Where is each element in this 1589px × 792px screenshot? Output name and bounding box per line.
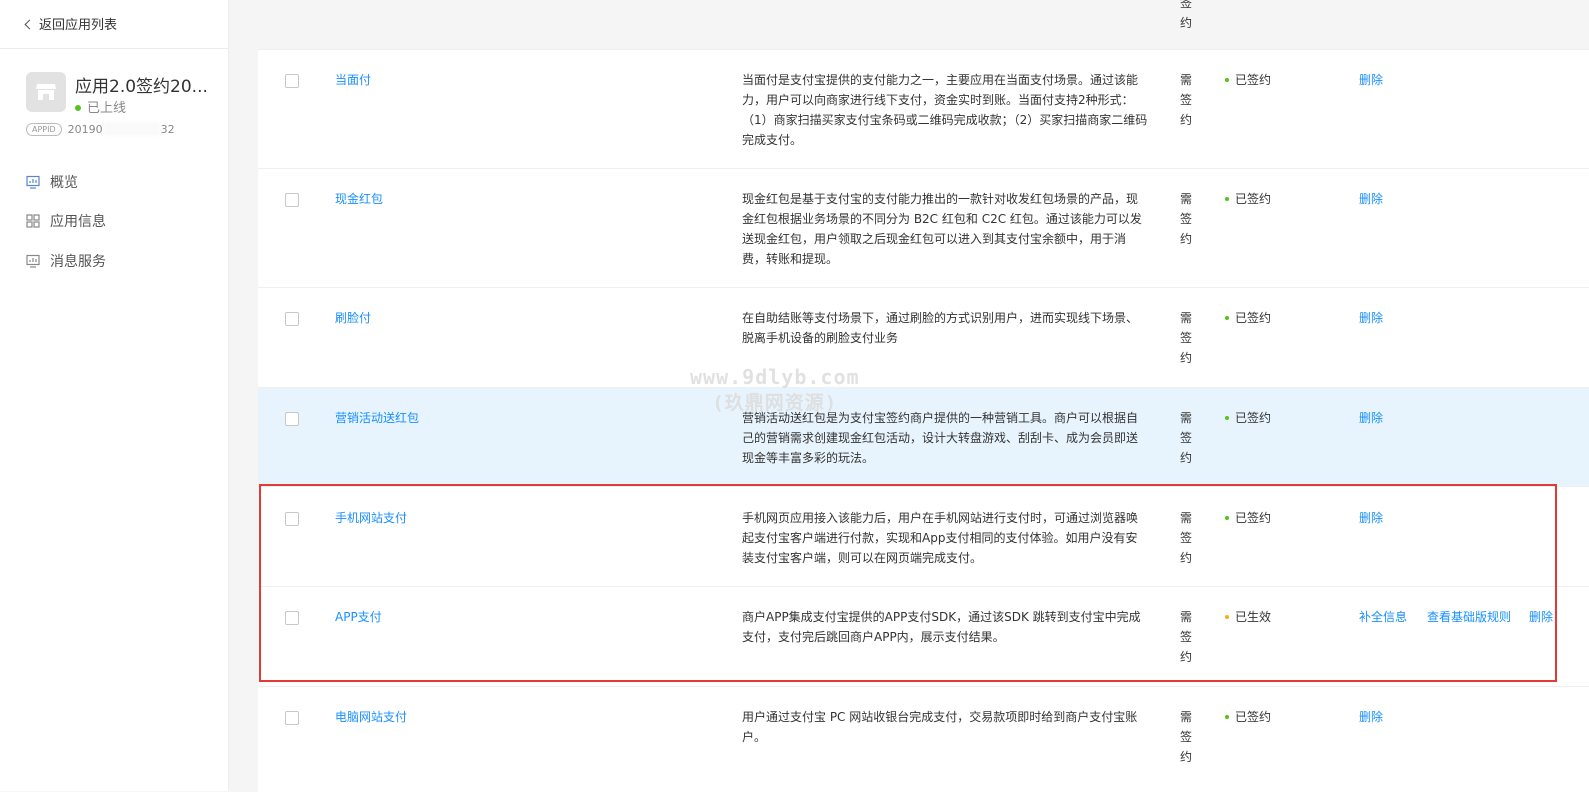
status-badge: 已签约 <box>1225 509 1271 526</box>
row-checkbox[interactable] <box>285 412 299 426</box>
back-to-app-list-link[interactable]: 返回应用列表 <box>24 14 118 33</box>
capability-description: 用户通过支付宝 PC 网站收银台完成支付，交易款项即时给到商户支付宝账户。 <box>742 710 1138 744</box>
need-sign-label: 需签约 <box>1180 311 1193 365</box>
sidebar-item-label: 概览 <box>50 175 78 191</box>
capability-name-link[interactable]: 现金红包 <box>335 190 383 207</box>
watermark: www.9dlyb.com (玖鼎网资源) <box>690 364 860 416</box>
status-label: 已生效 <box>1235 610 1272 624</box>
status-badge: 已签约 <box>1225 190 1271 207</box>
sidebar-item-overview[interactable]: 概览 <box>26 172 78 192</box>
app-status-label: 已上线 <box>87 101 127 116</box>
delete-button[interactable]: 删除 <box>1529 608 1553 625</box>
sidebar-divider <box>0 48 228 49</box>
table-row: APP支付 商户APP集成支付宝提供的APP支付SDK，通过该SDK 跳转到支付… <box>258 586 1589 687</box>
delete-button[interactable]: 删除 <box>1359 190 1383 207</box>
status-badge: 已生效 <box>1225 608 1271 625</box>
status-dot <box>1225 316 1229 320</box>
capability-name-link[interactable]: 营销活动送红包 <box>335 409 419 426</box>
capability-description: 在自助结账等支付场景下，通过刷脸的方式识别用户，进而实现线下场景、脱离手机设备的… <box>742 311 1139 345</box>
capability-name-link[interactable]: 电脑网站支付 <box>335 708 407 725</box>
appid-tag: APPID <box>26 122 62 136</box>
app-name: 应用2.0签约20... <box>75 77 208 97</box>
capability-name-link[interactable]: 当面付 <box>335 71 371 88</box>
sidebar-item-app-info[interactable]: 应用信息 <box>26 211 106 231</box>
status-label: 已签约 <box>1235 73 1272 87</box>
capability-description: 手机网页应用接入该能力后，用户在手机网站进行支付时，可通过浏览器唤起支付宝客户端… <box>742 511 1139 565</box>
status-label: 已签约 <box>1235 511 1272 525</box>
delete-button[interactable]: 删除 <box>1359 309 1383 326</box>
appid-prefix: 20190 <box>67 122 103 136</box>
delete-button[interactable]: 删除 <box>1359 708 1383 725</box>
online-status-dot <box>75 105 81 111</box>
table-row-partial: 签 约 <box>258 0 1589 49</box>
status-badge: 已签约 <box>1225 71 1271 88</box>
delete-button[interactable]: 删除 <box>1359 71 1383 88</box>
status-label: 已签约 <box>1235 411 1272 425</box>
appid-row: APPID 20190 32 <box>26 122 175 136</box>
status-label: 已签约 <box>1235 710 1272 724</box>
status-label: 已签约 <box>1235 192 1272 206</box>
view-basic-rules-button[interactable]: 查看基础版规则 <box>1427 608 1511 625</box>
table-row: 刷脸付 在自助结账等支付场景下，通过刷脸的方式识别用户，进而实现线下场景、脱离手… <box>258 287 1589 388</box>
need-sign-label: 需签约 <box>1180 710 1193 764</box>
message-service-icon <box>26 254 40 268</box>
status-dot <box>1225 516 1229 520</box>
watermark-line-2: (玖鼎网资源) <box>712 392 838 414</box>
capability-name-link[interactable]: 手机网站支付 <box>335 509 407 526</box>
sidebar-item-message-service[interactable]: 消息服务 <box>26 251 106 271</box>
capability-name-link[interactable]: APP支付 <box>335 608 382 625</box>
app-info-icon <box>26 214 40 228</box>
capability-description: 现金红包是基于支付宝的支付能力推出的一款针对收发红包场景的产品，现金红包根据业务… <box>742 192 1142 266</box>
table-row: 手机网站支付 手机网页应用接入该能力后，用户在手机网站进行支付时，可通过浏览器唤… <box>258 486 1589 587</box>
row-checkbox[interactable] <box>285 512 299 526</box>
status-badge: 已签约 <box>1225 309 1271 326</box>
app-store-icon <box>26 72 66 112</box>
capability-name-link[interactable]: 刷脸付 <box>335 309 371 326</box>
need-sign-label: 需签约 <box>1180 192 1193 246</box>
need-sign-label: 需签约 <box>1180 411 1193 465</box>
need-sign-label: 需签约 <box>1180 511 1193 565</box>
status-badge: 已签约 <box>1225 708 1271 725</box>
capability-description: 商户APP集成支付宝提供的APP支付SDK，通过该SDK 跳转到支付宝中完成支付… <box>742 610 1141 644</box>
overview-icon <box>26 175 40 189</box>
need-sign-label: 需签约 <box>1180 610 1193 664</box>
table-row: 电脑网站支付 用户通过支付宝 PC 网站收银台完成支付，交易款项即时给到商户支付… <box>258 686 1589 792</box>
sidebar: 返回应用列表 应用2.0签约20... 已上线 APPID 20190 32 概… <box>0 0 229 791</box>
back-label: 返回应用列表 <box>39 18 118 33</box>
need-sign-label: 需签约 <box>1180 73 1193 127</box>
status-dot <box>1225 416 1229 420</box>
sidebar-item-label: 应用信息 <box>50 214 106 230</box>
table-row: 当面付 当面付是支付宝提供的支付能力之一，主要应用在当面支付场景。通过该能力，用… <box>258 49 1589 169</box>
row-checkbox[interactable] <box>285 74 299 88</box>
need-sign-label: 签 约 <box>1180 0 1193 30</box>
row-checkbox[interactable] <box>285 312 299 326</box>
status-dot <box>1225 78 1229 82</box>
row-checkbox[interactable] <box>285 711 299 725</box>
app-status: 已上线 <box>75 97 126 116</box>
capability-description: 营销活动送红包是为支付宝签约商户提供的一种营销工具。商户可以根据自己的营销需求创… <box>742 411 1139 465</box>
chevron-left-icon <box>24 19 35 30</box>
capability-table: 签 约 当面付 当面付是支付宝提供的支付能力之一，主要应用在当面支付场景。通过该… <box>258 0 1589 792</box>
appid-suffix: 32 <box>160 122 175 136</box>
status-badge: 已签约 <box>1225 409 1271 426</box>
appid-masked <box>103 122 160 136</box>
status-dot <box>1225 615 1229 619</box>
table-row-highlighted: 营销活动送红包 营销活动送红包是为支付宝签约商户提供的一种营销工具。商户可以根据… <box>258 387 1589 487</box>
capability-description: 当面付是支付宝提供的支付能力之一，主要应用在当面支付场景。通过该能力，用户可以向… <box>742 73 1148 147</box>
watermark-line-1: www.9dlyb.com <box>690 365 860 389</box>
delete-button[interactable]: 删除 <box>1359 409 1383 426</box>
row-checkbox[interactable] <box>285 611 299 625</box>
status-label: 已签约 <box>1235 311 1272 325</box>
status-dot <box>1225 715 1229 719</box>
row-checkbox[interactable] <box>285 193 299 207</box>
status-dot <box>1225 197 1229 201</box>
delete-button[interactable]: 删除 <box>1359 509 1383 526</box>
sidebar-item-label: 消息服务 <box>50 254 106 270</box>
table-row: 现金红包 现金红包是基于支付宝的支付能力推出的一款针对收发红包场景的产品，现金红… <box>258 168 1589 288</box>
complete-info-button[interactable]: 补全信息 <box>1359 608 1407 625</box>
